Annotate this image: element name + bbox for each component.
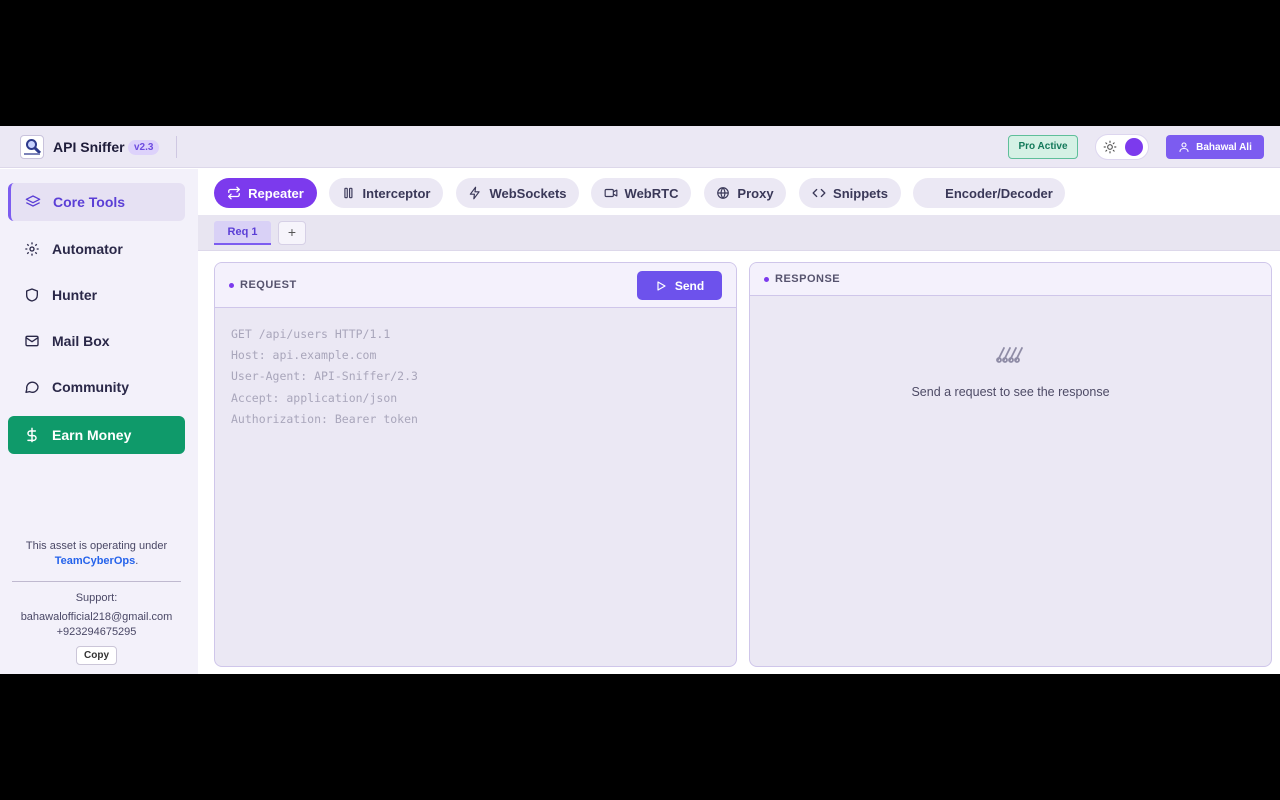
tab-snippets[interactable]: Snippets <box>799 178 901 208</box>
sidebar-item-core-tools[interactable]: Core Tools <box>8 183 185 221</box>
sidebar-item-label: Community <box>52 379 129 395</box>
response-panel: RESPONSE Send a request to see the respo… <box>749 262 1272 667</box>
version-badge: v2.3 <box>128 140 160 155</box>
user-profile-button[interactable]: Bahawal Ali <box>1166 135 1264 159</box>
tab-label: Snippets <box>833 185 888 201</box>
header-divider <box>176 136 177 158</box>
sidebar-item-automator[interactable]: Automator <box>8 230 185 268</box>
app-logo-icon <box>20 135 44 159</box>
request-title: REQUEST <box>229 279 297 291</box>
send-button[interactable]: Send <box>637 271 722 300</box>
code-icon <box>812 188 826 198</box>
support-label: Support: <box>75 592 118 604</box>
sidebar-item-community[interactable]: Community <box>8 368 185 406</box>
tab-interceptor[interactable]: Interceptor <box>329 178 443 208</box>
columns-icon <box>343 187 353 199</box>
operating-text: This asset is operating under <box>25 540 168 552</box>
copy-button[interactable]: Copy <box>76 646 117 665</box>
toggle-knob <box>1125 138 1143 156</box>
response-empty-text: Send a request to see the response <box>911 385 1110 399</box>
tools-tab-bar: Repeater Interceptor WebSockets WebRTC P… <box>198 169 1280 215</box>
app-title: API Sniffer <box>53 139 125 155</box>
top-header: API Sniffer v2.3 Pro Active Bahawal Ali <box>0 126 1280 168</box>
request-panel-header: REQUEST Send <box>215 263 736 308</box>
status-dot <box>764 276 769 282</box>
sidebar-item-label: Automator <box>52 241 123 257</box>
sidebar: Core Tools Automator Hunter Mail Box Com… <box>0 169 198 674</box>
user-icon <box>1179 142 1189 153</box>
add-request-tab-button[interactable]: + <box>278 221 306 245</box>
tab-label: WebSockets <box>489 185 567 201</box>
shield-icon <box>26 288 38 302</box>
tab-encoder-decoder[interactable]: Encoder/Decoder <box>913 178 1065 208</box>
theme-toggle[interactable] <box>1095 134 1149 160</box>
sidebar-item-label: Core Tools <box>53 194 126 210</box>
response-title: RESPONSE <box>764 273 840 285</box>
play-icon <box>657 280 666 291</box>
globe-icon <box>717 187 730 199</box>
tab-label: WebRTC <box>624 185 679 201</box>
video-icon <box>604 188 617 198</box>
dollar-icon <box>27 427 37 443</box>
signal-waves-icon <box>996 347 1023 363</box>
request-tab-req-1[interactable]: Req 1 <box>214 221 271 245</box>
sidebar-item-label: Hunter <box>52 287 98 303</box>
status-dot <box>229 282 234 288</box>
sidebar-item-hunter[interactable]: Hunter <box>8 276 185 314</box>
team-link[interactable]: TeamCyberOps <box>55 555 136 567</box>
sidebar-footer: This asset is operating under TeamCyberO… <box>0 539 193 665</box>
tab-label: Encoder/Decoder <box>945 185 1053 201</box>
tab-proxy[interactable]: Proxy <box>704 178 786 208</box>
support-email: bahawalofficial218@gmail.com <box>20 611 173 623</box>
tab-label: Proxy <box>737 185 774 201</box>
lightning-icon <box>470 186 481 200</box>
tab-repeater[interactable]: Repeater <box>214 178 317 208</box>
sidebar-item-label: Mail Box <box>52 333 110 349</box>
request-title-text: REQUEST <box>240 279 297 291</box>
send-label: Send <box>674 278 705 293</box>
request-panel: REQUEST Send GET /api/users HTTP/1.1 Hos… <box>214 262 737 667</box>
layers-icon <box>25 195 41 207</box>
pro-status-badge: Pro Active <box>1008 135 1078 159</box>
app-window: API Sniffer v2.3 Pro Active Bahawal Ali … <box>0 126 1280 674</box>
repeat-icon <box>228 186 241 200</box>
response-title-text: RESPONSE <box>775 273 841 285</box>
sidebar-item-earn-money[interactable]: Earn Money <box>8 416 185 454</box>
team-suffix: . <box>135 555 139 567</box>
user-name: Bahawal Ali <box>1196 141 1252 153</box>
mail-icon <box>25 335 39 347</box>
response-panel-header: RESPONSE <box>750 263 1271 296</box>
request-tab-strip: Req 1 + <box>198 215 1280 251</box>
sun-icon <box>1103 140 1117 154</box>
gear-icon <box>25 242 39 256</box>
footer-divider <box>12 581 181 582</box>
sidebar-item-label: Earn Money <box>52 427 132 443</box>
tab-label: Repeater <box>248 185 304 201</box>
tab-websockets[interactable]: WebSockets <box>456 178 579 208</box>
request-body-editor[interactable]: GET /api/users HTTP/1.1 Host: api.exampl… <box>231 324 418 430</box>
chat-bubble-icon <box>25 381 39 393</box>
tab-webrtc[interactable]: WebRTC <box>591 178 691 208</box>
support-phone: +923294675295 <box>56 626 137 638</box>
tab-label: Interceptor <box>362 185 431 201</box>
sidebar-item-mail-box[interactable]: Mail Box <box>8 322 185 360</box>
